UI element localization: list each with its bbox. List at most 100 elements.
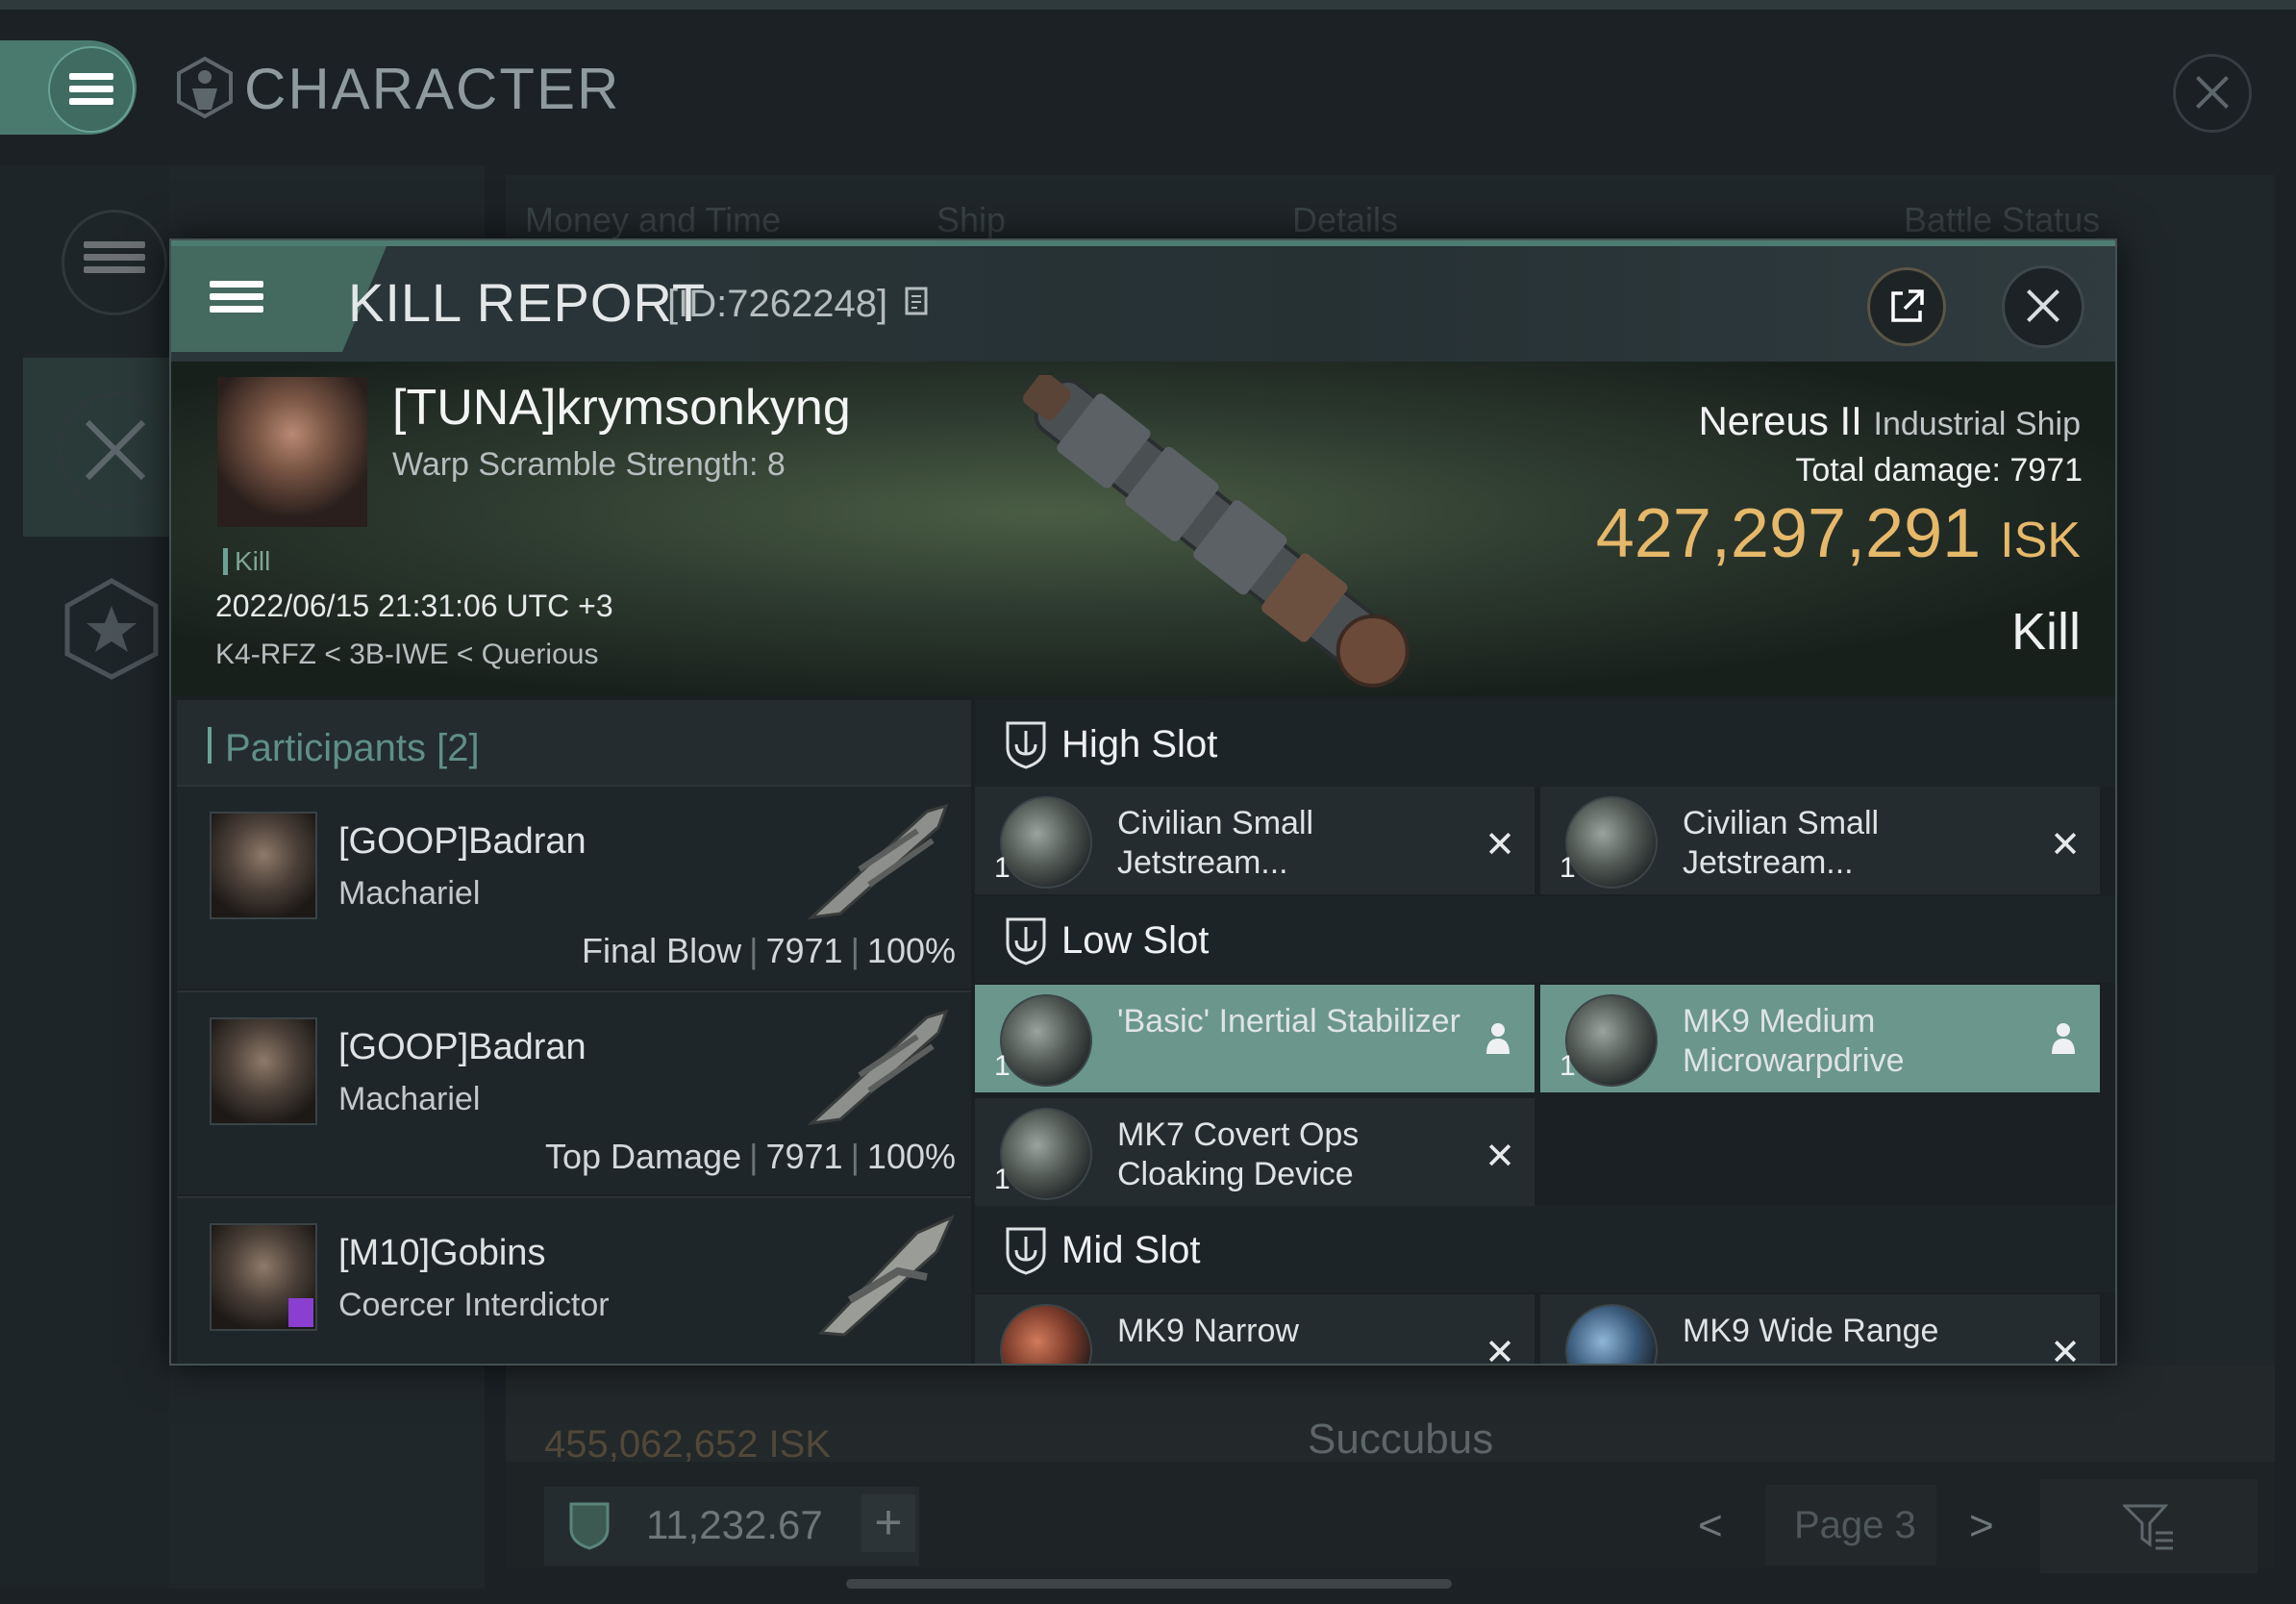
slot-label-high: High Slot	[1061, 723, 1218, 765]
copy-icon[interactable]	[904, 286, 931, 318]
slot-header-high: High Slot	[975, 700, 2115, 787]
kill-location[interactable]: K4-RFZ < 3B-IWE < Querious	[215, 639, 598, 671]
column-header-status[interactable]: Battle Status	[1904, 200, 2100, 240]
module-icon	[1565, 994, 1658, 1087]
window-title: CHARACTER	[244, 57, 621, 121]
close-window-button[interactable]	[2173, 54, 2252, 133]
app-menu-button[interactable]	[0, 40, 137, 135]
kill-report-title: KILL REPORT	[348, 272, 707, 333]
slot-header-low: Low Slot	[975, 896, 2115, 983]
column-header-money[interactable]: Money and Time	[525, 200, 781, 240]
menu-icon	[69, 73, 113, 106]
list-icon[interactable]	[62, 210, 167, 315]
next-page-button[interactable]: >	[1969, 1502, 1994, 1550]
participant-ship: Machariel	[338, 1081, 481, 1117]
filter-button[interactable]	[2040, 1479, 2258, 1573]
participants-accent	[208, 727, 212, 764]
kill-tag: Kill	[235, 546, 271, 576]
close-kill-report-button[interactable]	[2002, 265, 2084, 348]
participant-portrait[interactable]	[210, 1223, 317, 1331]
row-ship: Succubus	[1308, 1416, 1494, 1463]
ship-name[interactable]: Nereus II	[1698, 398, 1861, 443]
shield-icon	[1006, 1227, 1046, 1275]
module-icon	[1000, 994, 1092, 1087]
fitted-item[interactable]: 1 MK7 Covert Ops Cloaking Device ✕	[975, 1098, 1535, 1206]
module-icon	[1000, 1304, 1092, 1364]
participant-portrait[interactable]	[210, 1017, 317, 1125]
participant-name: [M10]Gobins	[338, 1233, 546, 1273]
item-qty: 1	[994, 852, 1011, 884]
participant-ship: Machariel	[338, 875, 481, 912]
kill-datetime: 2022/06/15 21:31:06 UTC +3	[215, 589, 613, 623]
scrollbar[interactable]	[846, 1579, 1452, 1589]
participant-stats: Final Blow | 7971 | 100%	[582, 931, 956, 970]
share-button[interactable]	[1867, 267, 1946, 346]
participant-row[interactable]: [M10]Gobins Coercer Interdictor	[177, 1196, 971, 1364]
victim-name[interactable]: [TUNA]krymsonkyng	[392, 379, 851, 437]
participant-ship-icon	[807, 1009, 949, 1126]
participant-row[interactable]: [GOOP]Badran Machariel Final Blow | 7971 | 1…	[177, 785, 971, 989]
isk-unit: ISK	[2000, 513, 2081, 568]
prev-page-button[interactable]: <	[1698, 1502, 1723, 1550]
item-name: Civilian Small Jetstream...	[1117, 805, 1314, 881]
total-damage-value: 7971	[2009, 452, 2083, 489]
module-icon	[1565, 796, 1658, 889]
share-icon	[1891, 289, 1924, 322]
warp-scramble-strength: Warp Scramble Strength: 8	[392, 446, 786, 483]
participants-count: [2]	[437, 727, 480, 769]
item-name: MK9 Wide Range	[1683, 1313, 1939, 1349]
destroyed-icon: ✕	[1485, 1137, 1515, 1177]
victim-portrait[interactable]	[217, 377, 367, 527]
item-name: MK7 Covert Ops Cloaking Device	[1117, 1116, 1360, 1192]
total-damage-label: Total damage:	[1795, 452, 2001, 489]
star-icon[interactable]	[60, 577, 163, 681]
participant-name: [GOOP]Badran	[338, 1027, 586, 1067]
participant-row[interactable]: [GOOP]Badran Machariel Top Damage | 7971 | 1…	[177, 990, 971, 1194]
fitted-item[interactable]: MK9 Narrow ✕	[975, 1294, 1535, 1364]
slot-label-mid: Mid Slot	[1061, 1229, 1201, 1271]
kill-report-window: KILL REPORT [ID:7262248] [TUNA]krymsonky…	[169, 238, 2117, 1366]
module-icon	[1565, 1304, 1658, 1364]
ship-class: Industrial Ship	[1873, 406, 2081, 442]
item-name: MK9 Narrow	[1117, 1313, 1299, 1349]
kill-report-id: [ID:7262248]	[667, 283, 931, 326]
fitted-item[interactable]: 1 'Basic' Inertial Stabilizer	[975, 985, 1535, 1092]
role-badge	[288, 1298, 313, 1327]
destroyed-icon: ✕	[2050, 825, 2081, 865]
column-header-ship[interactable]: Ship	[936, 200, 1006, 240]
character-icon	[177, 56, 233, 119]
participant-portrait[interactable]	[210, 812, 317, 919]
participant-percent: 100%	[866, 931, 956, 970]
total-damage: Total damage: 7971	[1638, 452, 2083, 489]
participant-stats: Top Damage | 7971 | 100%	[544, 1137, 956, 1176]
ship-render	[1023, 375, 1410, 688]
slot-header-mid: Mid Slot	[975, 1206, 2115, 1292]
module-icon	[1000, 1108, 1092, 1200]
fitted-item[interactable]: 1 MK9 Medium Microwarpdrive	[1540, 985, 2100, 1092]
add-funds-button[interactable]: +	[861, 1494, 915, 1552]
destroyed-icon: ✕	[1485, 825, 1515, 865]
item-qty: 1	[994, 1164, 1011, 1195]
participant-ship-icon	[817, 1215, 955, 1337]
participant-percent: 100%	[866, 1137, 956, 1176]
slot-label-low: Low Slot	[1061, 919, 1210, 962]
fitted-item[interactable]: 1 Civilian Small Jetstream... ✕	[975, 787, 1535, 894]
menu-icon	[210, 281, 263, 317]
participant-damage: 7971	[765, 931, 843, 970]
crossed-swords-icon[interactable]	[58, 392, 173, 508]
kill-report-menu-button[interactable]	[171, 246, 342, 352]
isk-value: 427,297,291	[1595, 495, 1982, 572]
page-label: Page 3	[1794, 1504, 1916, 1546]
item-name: MK9 Medium Microwarpdrive	[1683, 1003, 1905, 1079]
row-isk: 455,062,652 ISK	[544, 1423, 832, 1466]
module-icon	[1000, 796, 1092, 889]
top-edge	[0, 0, 2296, 10]
menu-ring	[48, 46, 135, 133]
fitted-item[interactable]: 1 Civilian Small Jetstream... ✕	[1540, 787, 2100, 894]
participant-role: Final Blow	[582, 931, 742, 970]
participants-label: Participants	[225, 727, 426, 769]
column-header-details[interactable]: Details	[1292, 200, 1398, 240]
shield-icon	[1006, 721, 1046, 769]
fitted-item[interactable]: MK9 Wide Range ✕	[1540, 1294, 2100, 1364]
shield-icon	[1006, 917, 1046, 965]
